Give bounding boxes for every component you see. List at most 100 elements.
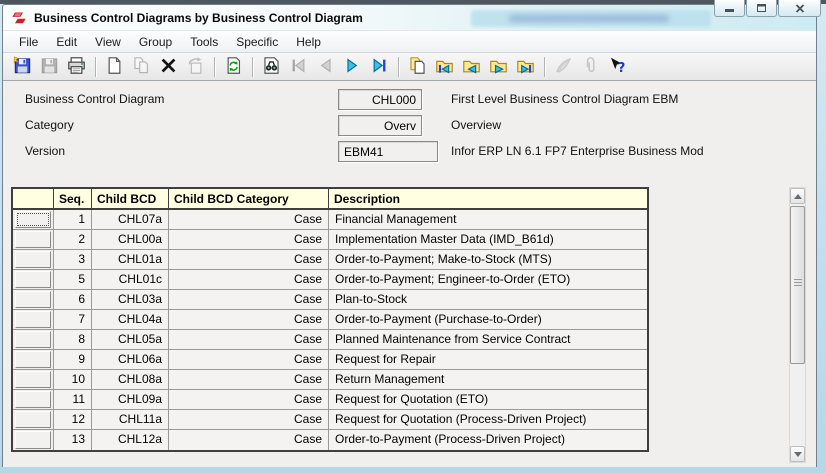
cell-category[interactable]: Case: [169, 350, 329, 369]
menu-view[interactable]: View: [87, 33, 129, 51]
cell-child-bcd[interactable]: CHL11a: [92, 410, 169, 429]
cell-child-bcd[interactable]: CHL07a: [92, 210, 169, 229]
version-field[interactable]: EBM41: [338, 141, 438, 162]
copy-button[interactable]: [405, 55, 430, 79]
cell-seq[interactable]: 3: [54, 250, 92, 269]
cell-child-bcd[interactable]: CHL06a: [92, 350, 169, 369]
cell-child-bcd[interactable]: CHL09a: [92, 390, 169, 409]
business-control-diagram-field[interactable]: CHL000: [338, 89, 422, 110]
cell-category[interactable]: Case: [169, 410, 329, 429]
cell-child-bcd[interactable]: CHL01a: [92, 250, 169, 269]
find-button[interactable]: [259, 55, 284, 79]
menu-help[interactable]: Help: [288, 33, 329, 51]
last-group-button[interactable]: [513, 55, 538, 79]
refresh-button[interactable]: [221, 55, 246, 79]
cell-category[interactable]: Case: [169, 210, 329, 229]
minimize-button[interactable]: [714, 0, 745, 17]
next-record-button[interactable]: [340, 55, 365, 79]
cell-category[interactable]: Case: [169, 250, 329, 269]
cell-category[interactable]: Case: [169, 430, 329, 450]
cell-seq[interactable]: 9: [54, 350, 92, 369]
column-header-child-bcd[interactable]: Child BCD: [92, 189, 169, 208]
prev-group-button[interactable]: [459, 55, 484, 79]
window-title: Business Control Diagrams by Business Co…: [34, 11, 363, 25]
cell-category[interactable]: Case: [169, 270, 329, 289]
row-selector-button[interactable]: [15, 371, 51, 388]
cell-child-bcd[interactable]: CHL00a: [92, 230, 169, 249]
print-button[interactable]: [64, 55, 89, 79]
cell-description[interactable]: Order-to-Payment (Purchase-to-Order): [329, 310, 647, 329]
cell-seq[interactable]: 5: [54, 270, 92, 289]
row-selector-button[interactable]: [15, 231, 51, 248]
column-header-description[interactable]: Description: [329, 189, 647, 208]
cell-child-bcd[interactable]: CHL05a: [92, 330, 169, 349]
new-record-button[interactable]: [102, 55, 127, 79]
cell-child-bcd[interactable]: CHL12a: [92, 430, 169, 450]
column-header-child-bcd-category[interactable]: Child BCD Category: [169, 189, 329, 208]
column-header-seq-[interactable]: Seq.: [54, 189, 92, 208]
menu-tools[interactable]: Tools: [182, 33, 226, 51]
cell-category[interactable]: Case: [169, 290, 329, 309]
cell-child-bcd[interactable]: CHL08a: [92, 370, 169, 389]
row-selector-button[interactable]: [15, 271, 51, 288]
first-group-button[interactable]: [432, 55, 457, 79]
cell-description[interactable]: Return Management: [329, 370, 647, 389]
scroll-up-button[interactable]: [790, 188, 805, 204]
row-selector-button[interactable]: [15, 311, 51, 328]
help-button[interactable]: ?: [605, 55, 630, 79]
cell-seq[interactable]: 8: [54, 330, 92, 349]
cell-description[interactable]: Request for Repair: [329, 350, 647, 369]
row-selector-button[interactable]: [15, 351, 51, 368]
cell-category[interactable]: Case: [169, 390, 329, 409]
row-selector-button[interactable]: [15, 411, 51, 428]
cell-child-bcd[interactable]: CHL04a: [92, 310, 169, 329]
cell-seq[interactable]: 6: [54, 290, 92, 309]
row-selector-button[interactable]: [15, 391, 51, 408]
prev-record-button: [313, 55, 338, 79]
cell-description[interactable]: Order-to-Payment; Make-to-Stock (MTS): [329, 250, 647, 269]
cell-seq[interactable]: 7: [54, 310, 92, 329]
cell-seq[interactable]: 12: [54, 410, 92, 429]
revert-icon: [186, 56, 205, 78]
cell-seq[interactable]: 10: [54, 370, 92, 389]
row-selector-button[interactable]: [15, 331, 51, 348]
last-record-button[interactable]: [367, 55, 392, 79]
cell-category[interactable]: Case: [169, 330, 329, 349]
cell-description[interactable]: Order-to-Payment; Engineer-to-Order (ETO…: [329, 270, 647, 289]
close-button[interactable]: [778, 0, 821, 17]
row-selector-button[interactable]: [15, 431, 51, 449]
menu-group[interactable]: Group: [131, 33, 180, 51]
cell-category[interactable]: Case: [169, 230, 329, 249]
scrollbar-thumb[interactable]: [790, 206, 805, 364]
cell-description[interactable]: Financial Management: [329, 210, 647, 229]
vertical-scrollbar[interactable]: [789, 187, 806, 463]
cell-description[interactable]: Request for Quotation (ETO): [329, 390, 647, 409]
row-selector-button[interactable]: [15, 291, 51, 308]
cell-seq[interactable]: 11: [54, 390, 92, 409]
cell-description[interactable]: Plan-to-Stock: [329, 290, 647, 309]
cell-seq[interactable]: 2: [54, 230, 92, 249]
menu-file[interactable]: File: [11, 33, 46, 51]
cell-description[interactable]: Request for Quotation (Process-Driven Pr…: [329, 410, 647, 429]
row-selector-button[interactable]: [15, 251, 51, 268]
cell-seq[interactable]: 1: [54, 210, 92, 229]
cell-category[interactable]: Case: [169, 310, 329, 329]
cell-description[interactable]: Planned Maintenance from Service Contrac…: [329, 330, 647, 349]
cell-seq[interactable]: 13: [54, 430, 92, 450]
cell-description[interactable]: Implementation Master Data (IMD_B61d): [329, 230, 647, 249]
category-field[interactable]: Overv: [338, 115, 422, 136]
delete-icon: [159, 56, 178, 78]
menu-edit[interactable]: Edit: [48, 33, 85, 51]
save-exit-button[interactable]: [10, 55, 35, 79]
cell-child-bcd[interactable]: CHL01c: [92, 270, 169, 289]
column-header-selector[interactable]: [13, 189, 54, 208]
cell-child-bcd[interactable]: CHL03a: [92, 290, 169, 309]
cell-category[interactable]: Case: [169, 370, 329, 389]
maximize-button[interactable]: [746, 0, 777, 17]
cell-description[interactable]: Order-to-Payment (Process-Driven Project…: [329, 430, 647, 450]
row-selector-button[interactable]: [15, 211, 51, 228]
next-group-button[interactable]: [486, 55, 511, 79]
scroll-down-button[interactable]: [790, 446, 805, 462]
delete-button[interactable]: [156, 55, 181, 79]
menu-specific[interactable]: Specific: [228, 33, 286, 51]
